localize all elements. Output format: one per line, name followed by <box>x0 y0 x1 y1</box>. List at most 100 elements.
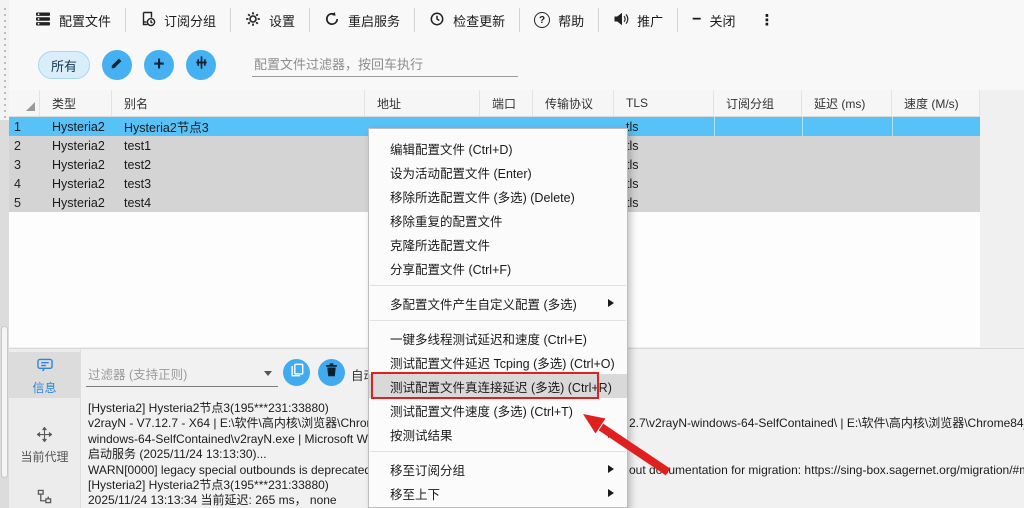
help-button[interactable]: ? 帮助 <box>520 0 598 40</box>
menu-item-label: 测试配置文件真连接延迟 (多选) (Ctrl+R) <box>390 380 612 395</box>
table-cell <box>802 117 892 136</box>
menu-item[interactable]: 设为活动配置文件 (Enter) <box>369 160 627 184</box>
select-all-corner[interactable] <box>9 90 40 116</box>
column-header[interactable]: 地址 <box>365 90 480 116</box>
row-number: 3 <box>14 157 21 172</box>
column-header[interactable]: TLS <box>614 90 714 116</box>
table-cell: Hysteria2 <box>52 195 105 210</box>
close-button[interactable]: − 关闭 <box>678 0 749 40</box>
menu-item[interactable]: 按测试结果 <box>369 422 627 446</box>
settings-label: 设置 <box>269 13 296 29</box>
menu-item-label: 分享配置文件 (Ctrl+F) <box>390 262 512 277</box>
table-cell: test3 <box>124 176 152 191</box>
help-label: 帮助 <box>558 13 585 29</box>
table-cell <box>892 155 980 174</box>
menu-separator <box>370 285 626 286</box>
submenu-arrow-icon <box>608 299 614 307</box>
left-scrollbar[interactable] <box>0 0 10 508</box>
menu-item[interactable]: 编辑配置文件 (Ctrl+D) <box>369 136 627 160</box>
move-arrows-icon <box>36 426 53 445</box>
menu-item[interactable]: 克隆所选配置文件 <box>369 232 627 256</box>
profile-filter-bar: 所有 + <box>9 40 1024 90</box>
subscriptions-button[interactable]: 订阅分组 <box>126 0 230 40</box>
table-cell: Hysteria2 <box>52 119 105 134</box>
vertical-dots-icon: ⋮ <box>759 12 775 29</box>
context-menu: 编辑配置文件 (Ctrl+D) 设为活动配置文件 (Enter) 移除所选配置文件 … <box>368 128 628 508</box>
more-menu-button[interactable]: ⋮ <box>749 0 784 40</box>
table-cell <box>892 193 980 212</box>
restart-service-button[interactable]: 重启服务 <box>310 0 414 40</box>
subscription-group-all-button[interactable]: 所有 <box>38 51 91 79</box>
column-header[interactable]: 类型 <box>40 90 112 116</box>
log-filter-placeholder: 过滤器 (支持正则) <box>88 368 188 382</box>
table-cell: Hysteria2 <box>52 157 105 172</box>
table-header-row: 类型 别名 地址 端口 传输协议 TLS 订阅分组 延迟 (ms) 速度 (M/s) <box>9 90 980 117</box>
submenu-arrow-icon <box>608 465 614 473</box>
table-cell: tls <box>626 119 639 134</box>
settings-button[interactable]: 设置 <box>231 0 309 40</box>
table-cell <box>714 174 802 193</box>
tab-current-proxy[interactable]: 当前代理 <box>9 421 80 469</box>
table-cell <box>892 136 980 155</box>
nodes-icon <box>37 489 52 507</box>
promotion-button[interactable]: 推广 <box>599 0 677 40</box>
copy-log-button[interactable] <box>283 359 310 386</box>
table-cell <box>802 155 892 174</box>
submenu-arrow-icon <box>608 489 614 497</box>
menu-item[interactable]: 移至订阅分组 <box>369 457 627 481</box>
table-cell: tls <box>626 176 639 191</box>
promotion-speaker-icon <box>613 11 629 30</box>
tab-nodes[interactable] <box>9 483 80 508</box>
menu-item[interactable]: 移除重复的配置文件 <box>369 208 627 232</box>
log-line-fragment: 2.7\v2rayN-windows-64-SelfContained\ | E… <box>629 416 1024 431</box>
log-filter-dropdown[interactable]: 过滤器 (支持正则) <box>86 361 278 387</box>
column-header[interactable]: 传输协议 <box>533 90 614 116</box>
menu-item[interactable]: 测试配置文件延迟 Tcping (多选) (Ctrl+O) <box>369 350 627 374</box>
profiles-button[interactable]: 配置文件 <box>21 0 125 40</box>
columns-filter-button[interactable] <box>186 50 217 80</box>
row-number: 5 <box>14 195 21 210</box>
profile-filter-input[interactable] <box>252 53 519 77</box>
column-header[interactable]: 端口 <box>480 90 533 116</box>
profiles-icon <box>35 11 51 30</box>
row-number: 1 <box>14 119 21 134</box>
tab-info[interactable]: 信息 <box>9 352 80 398</box>
close-label: 关闭 <box>709 13 736 29</box>
minimize-icon: − <box>692 11 702 28</box>
trash-icon <box>325 363 338 382</box>
table-cell: Hysteria2 <box>52 138 105 153</box>
row-number: 4 <box>14 176 21 191</box>
scrollbar-thumb[interactable] <box>1 326 8 478</box>
table-cell: test1 <box>124 138 152 153</box>
v2rayn-window: 配置文件 订阅分组 设置 重启服务 检查更新 ? 帮助 推广 − 关闭 ⋮ 所有… <box>0 0 1024 508</box>
table-cell <box>892 174 980 193</box>
column-header[interactable]: 别名 <box>112 90 365 116</box>
menu-item[interactable]: 移除所选配置文件 (多选) (Delete) <box>369 184 627 208</box>
chevron-down-icon <box>264 371 272 376</box>
tab-info-label: 信息 <box>32 381 57 395</box>
menu-item[interactable]: 多配置文件产生自定义配置 (多选) <box>369 291 627 315</box>
add-group-button[interactable]: + <box>144 50 175 80</box>
table-cell <box>802 174 892 193</box>
clear-log-button[interactable] <box>318 359 345 386</box>
check-update-button[interactable]: 检查更新 <box>415 0 519 40</box>
menu-item[interactable]: 一键多线程测试延迟和速度 (Ctrl+E) <box>369 326 627 350</box>
menu-item[interactable]: 测试配置文件真连接延迟 (多选) (Ctrl+R) <box>369 372 627 399</box>
subscriptions-label: 订阅分组 <box>164 13 217 29</box>
menu-item[interactable]: 分享配置文件 (Ctrl+F) <box>369 256 627 280</box>
column-header[interactable]: 延迟 (ms) <box>802 90 892 116</box>
menu-item-label: 编辑配置文件 (Ctrl+D) <box>390 142 513 157</box>
menu-item[interactable]: 测试配置文件速度 (多选) (Ctrl+T) <box>369 398 627 422</box>
menu-item[interactable]: 移至上下 <box>369 481 627 505</box>
tab-current-proxy-label: 当前代理 <box>20 450 69 464</box>
menu-item-label: 移除所选配置文件 (多选) (Delete) <box>390 190 575 205</box>
table-cell: Hysteria2 <box>52 176 105 191</box>
menu-item-label: 一键多线程测试延迟和速度 (Ctrl+E) <box>390 332 587 347</box>
menu-item-label: 测试配置文件速度 (多选) (Ctrl+T) <box>390 404 573 419</box>
menu-item-label: 测试配置文件延迟 Tcping (多选) (Ctrl+O) <box>390 356 615 371</box>
subscriptions-icon <box>140 11 156 30</box>
column-header[interactable]: 订阅分组 <box>714 90 802 116</box>
column-header[interactable]: 速度 (M/s) <box>892 90 980 116</box>
edit-group-button[interactable] <box>102 50 133 80</box>
table-cell: Hysteria2节点3 <box>124 121 209 135</box>
